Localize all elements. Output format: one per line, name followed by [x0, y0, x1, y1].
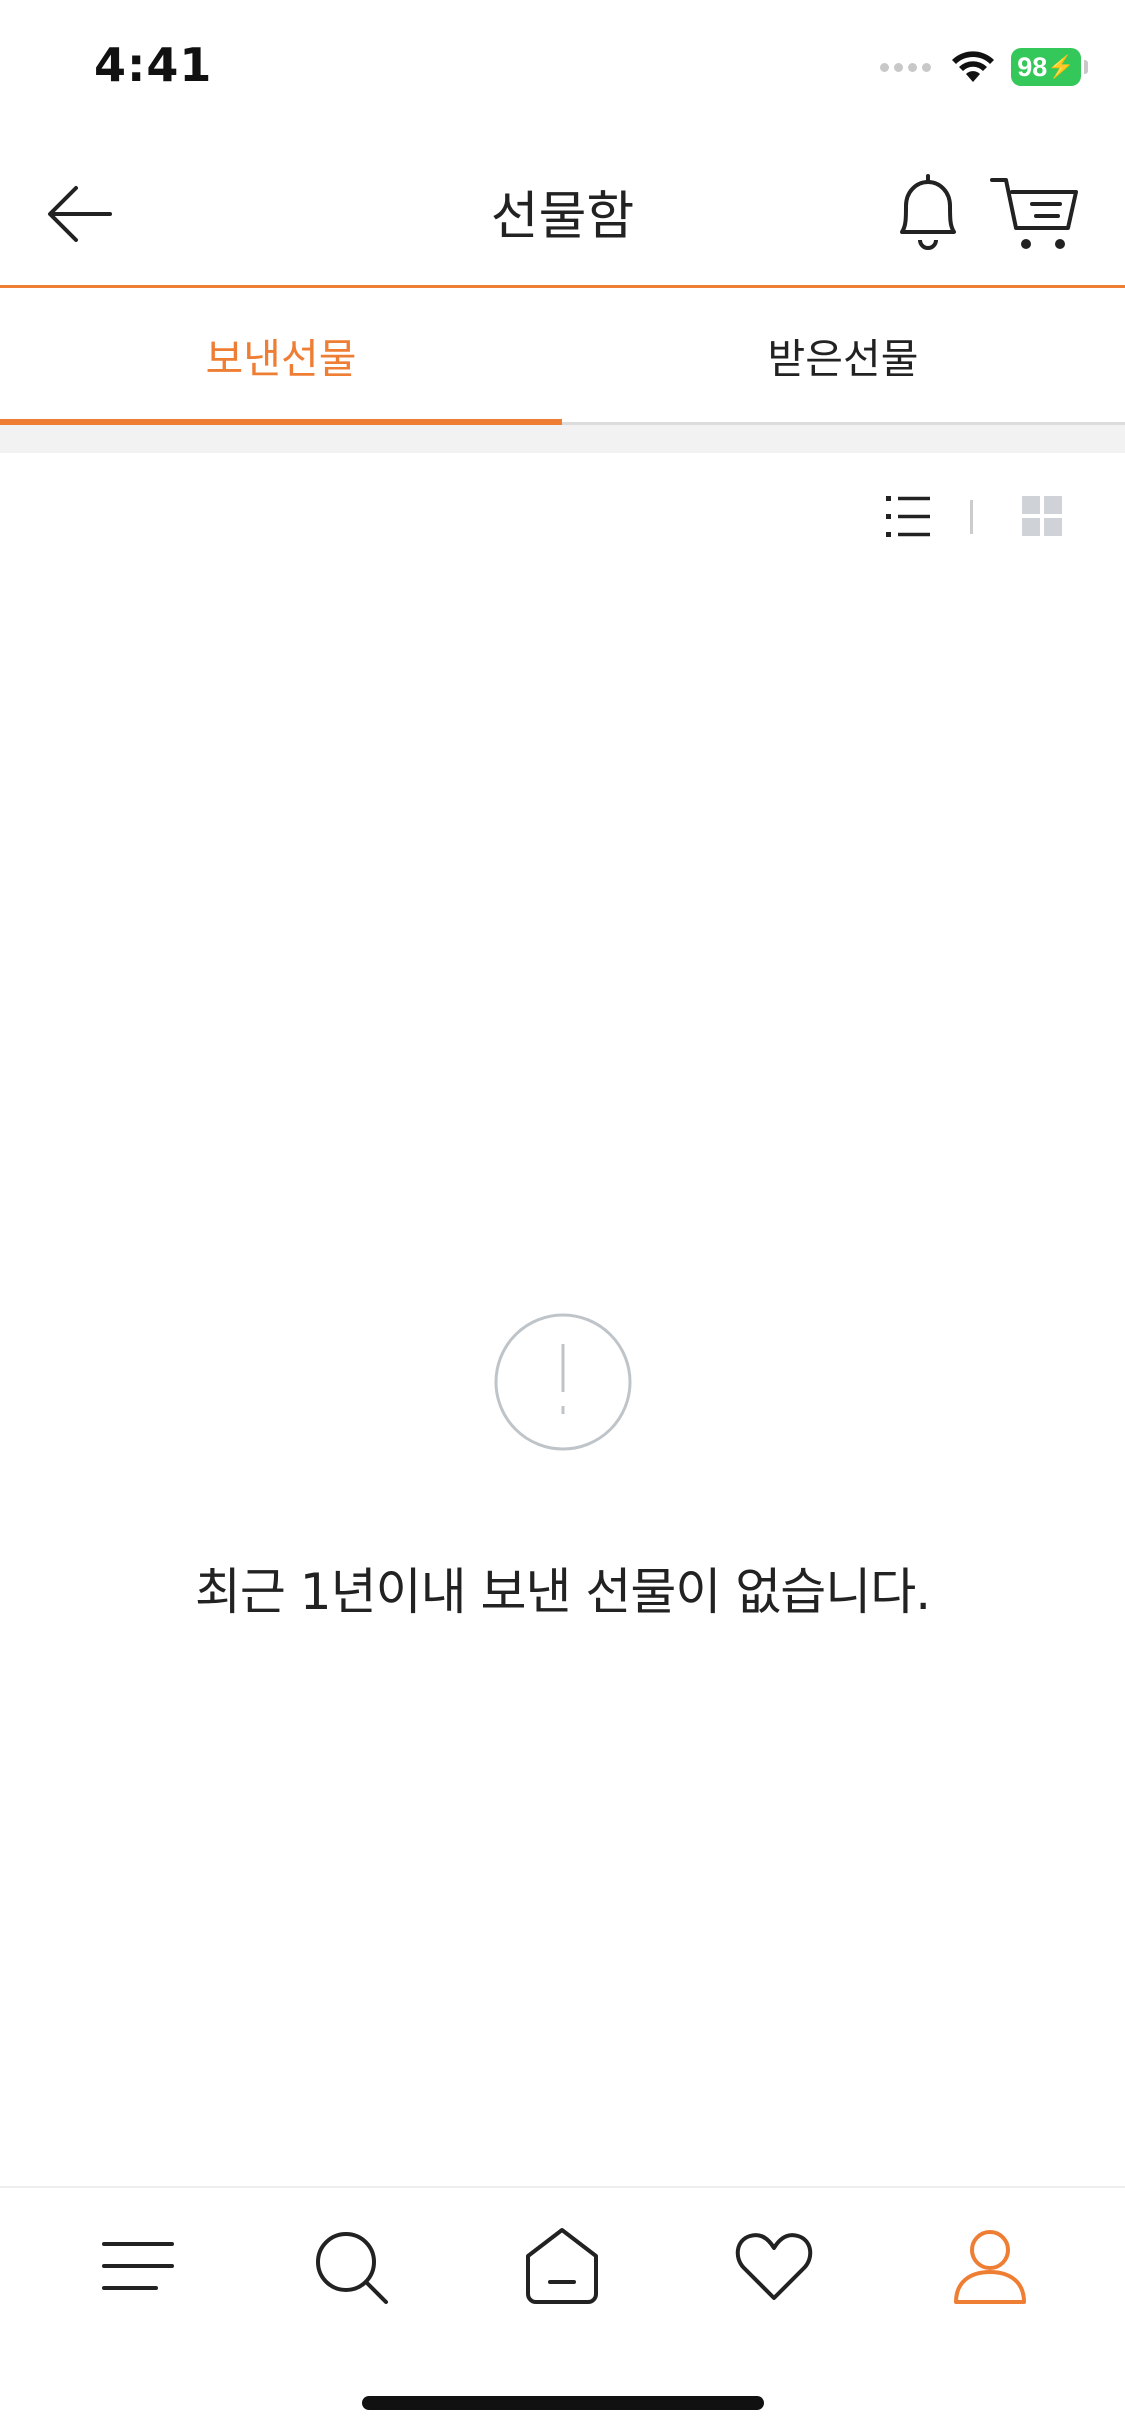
section-divider	[0, 425, 1125, 453]
alert-circle-icon	[494, 1313, 631, 1451]
menu-icon[interactable]	[96, 2224, 180, 2308]
bell-icon[interactable]	[888, 170, 968, 256]
tab-sent-gifts[interactable]: 보낸선물	[0, 288, 562, 425]
status-indicators: 98 ⚡	[880, 48, 1088, 86]
battery-icon: 98 ⚡	[1011, 48, 1088, 86]
gift-tabs: 보낸선물 받은선물	[0, 288, 1125, 425]
empty-state: 최근 1년이내 보낸 선물이 없습니다.	[0, 1312, 1125, 1624]
heart-icon[interactable]	[732, 2224, 816, 2308]
app-header: 선물함	[0, 132, 1125, 288]
empty-message: 최근 1년이내 보낸 선물이 없습니다.	[194, 1563, 931, 1621]
user-icon[interactable]	[948, 2224, 1032, 2308]
search-icon[interactable]	[308, 2224, 392, 2308]
list-icon[interactable]	[880, 488, 936, 544]
cellular-signal-icon	[880, 62, 931, 72]
home-icon[interactable]	[520, 2224, 604, 2308]
status-time: 4:41	[94, 38, 213, 92]
cart-icon[interactable]	[988, 172, 1080, 256]
home-indicator	[362, 2396, 764, 2410]
view-toggle-divider	[970, 500, 973, 534]
wifi-icon	[952, 51, 994, 82]
view-toggle	[880, 488, 1080, 544]
grid-icon[interactable]	[1020, 494, 1064, 538]
battery-level: 98	[1017, 51, 1048, 82]
status-bar: 4:41 98 ⚡	[0, 0, 1125, 132]
bottom-nav	[0, 2186, 1125, 2318]
tab-received-gifts[interactable]: 받은선물	[562, 288, 1124, 422]
